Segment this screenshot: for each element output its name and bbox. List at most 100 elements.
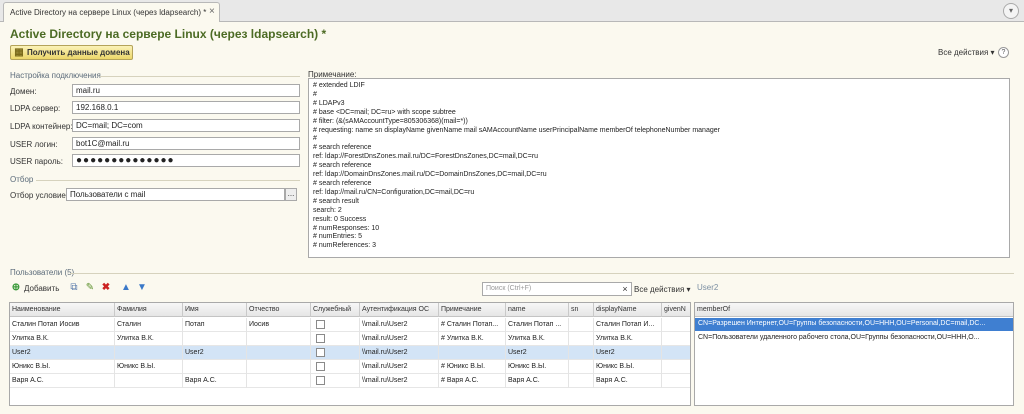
table-cell: Улитка В.К. bbox=[115, 332, 183, 346]
add-button-label: Добавить bbox=[24, 284, 60, 293]
table-cell bbox=[569, 318, 594, 332]
column-header[interactable]: sn bbox=[569, 303, 594, 317]
get-domain-data-button[interactable]: ▦ Получить данные домена bbox=[10, 45, 133, 60]
table-cell: Варя А.С. bbox=[10, 374, 115, 388]
domain-field[interactable]: mail.ru bbox=[72, 84, 300, 97]
table-cell bbox=[662, 346, 690, 360]
service-checkbox[interactable] bbox=[316, 334, 325, 343]
column-header[interactable]: Примечание bbox=[439, 303, 506, 317]
note-line: # bbox=[313, 135, 317, 143]
table-cell bbox=[311, 346, 360, 360]
member-of-row-selected[interactable]: CN=Разрешен Интернет,OU=Группы безопасно… bbox=[695, 318, 1013, 331]
table-row[interactable]: Сталин Потап Иосив Сталин Потап Иосив \\… bbox=[10, 318, 690, 332]
table-cell: \\mail.ru\User2 bbox=[360, 318, 439, 332]
user-login-field[interactable]: bot1C@mail.ru bbox=[72, 137, 300, 150]
note-textarea[interactable]: # extended LDIF # # LDAPv3 # base <DC=ma… bbox=[308, 78, 1010, 258]
ldap-container-field[interactable]: DC=mail; DC=com bbox=[72, 119, 300, 132]
divider bbox=[70, 273, 1014, 274]
note-line: # numResponses: 10 bbox=[313, 224, 380, 232]
help-icon[interactable]: ? bbox=[998, 47, 1009, 58]
tab-menu-chevron-icon[interactable]: ▾ bbox=[1003, 3, 1019, 19]
column-header[interactable]: displayName bbox=[594, 303, 662, 317]
table-cell bbox=[183, 332, 247, 346]
table-cell bbox=[247, 360, 311, 374]
copy-icon[interactable]: ⧉ bbox=[68, 282, 80, 294]
service-checkbox[interactable] bbox=[316, 376, 325, 385]
table-row-selected[interactable]: User2 User2 \\mail.ru\User2 User2 User2 bbox=[10, 346, 690, 360]
filter-section-label: Отбор bbox=[10, 175, 34, 184]
table-cell bbox=[247, 374, 311, 388]
column-header[interactable]: Отчество bbox=[247, 303, 311, 317]
service-checkbox[interactable] bbox=[316, 362, 325, 371]
table-cell: Улитка В.К. bbox=[10, 332, 115, 346]
move-down-icon[interactable]: ▼ bbox=[136, 282, 148, 294]
search-input[interactable]: Поиск (Ctrl+F) bbox=[482, 282, 632, 296]
table-row[interactable]: Юникс В.Ы. Юникс В.Ы. \\mail.ru\User2 # … bbox=[10, 360, 690, 374]
member-of-title: User2 bbox=[697, 283, 719, 292]
note-line: # filter: (&(sAMAccountType=805306368)(m… bbox=[313, 117, 468, 125]
domain-label: Домен: bbox=[10, 87, 37, 96]
table-cell: \\mail.ru\User2 bbox=[360, 374, 439, 388]
column-header[interactable]: Наименование bbox=[10, 303, 115, 317]
ldap-container-label: LDPA контейнер: bbox=[10, 122, 73, 131]
close-icon[interactable]: × bbox=[209, 6, 215, 17]
member-of-row[interactable]: CN=Пользователи удаленного рабочего стол… bbox=[695, 332, 1013, 345]
divider bbox=[36, 180, 300, 181]
user-login-label: USER логин: bbox=[10, 140, 58, 149]
column-header[interactable]: Служебный bbox=[311, 303, 360, 317]
table-cell: \\mail.ru\User2 bbox=[360, 360, 439, 374]
table-cell bbox=[311, 374, 360, 388]
note-line: # bbox=[313, 90, 317, 98]
column-header[interactable]: Имя bbox=[183, 303, 247, 317]
move-up-icon[interactable]: ▲ bbox=[120, 282, 132, 294]
folder-icon: ▦ bbox=[14, 47, 24, 58]
note-line: # extended LDIF bbox=[313, 82, 365, 89]
table-cell: # Сталин Потап... bbox=[439, 318, 506, 332]
note-line: ref: ldap://mail.ru/CN=Configuration,DC=… bbox=[313, 188, 475, 196]
table-cell: User2 bbox=[10, 346, 115, 360]
table-cell bbox=[569, 360, 594, 374]
table-cell: Варя А.С. bbox=[594, 374, 662, 388]
table-cell bbox=[247, 332, 311, 346]
users-all-actions-menu[interactable]: Все действия ▾ bbox=[634, 285, 691, 294]
filter-condition-field[interactable]: Пользователи с mail bbox=[66, 188, 285, 201]
column-header[interactable]: givenN bbox=[662, 303, 690, 317]
user-password-field[interactable]: ●●●●●●●●●●●●●● bbox=[72, 154, 300, 167]
table-cell bbox=[662, 374, 690, 388]
note-line: # base <DC=mail; DC=ru> with scope subtr… bbox=[313, 108, 456, 116]
table-row[interactable]: Варя А.С. Варя А.С. \\mail.ru\User2 # Ва… bbox=[10, 374, 690, 388]
note-line: # requesting: name sn displayName givenN… bbox=[313, 126, 720, 134]
table-cell: User2 bbox=[506, 346, 569, 360]
ldap-server-field[interactable]: 192.168.0.1 bbox=[72, 101, 300, 114]
column-header[interactable]: Аутентификация ОС bbox=[360, 303, 439, 317]
column-header[interactable]: Фамилия bbox=[115, 303, 183, 317]
page-title: Active Directory на сервере Linux (через… bbox=[10, 27, 327, 41]
table-row[interactable]: Улитка В.К. Улитка В.К. \\mail.ru\User2 … bbox=[10, 332, 690, 346]
table-cell: # Юникс В.Ы. bbox=[439, 360, 506, 374]
service-checkbox[interactable] bbox=[316, 348, 325, 357]
clear-search-icon[interactable]: × bbox=[619, 283, 631, 295]
connection-section-label: Настройка подключения bbox=[10, 71, 101, 80]
table-cell: Сталин Потап И... bbox=[594, 318, 662, 332]
table-cell: \\mail.ru\User2 bbox=[360, 346, 439, 360]
edit-pencil-icon[interactable]: ✎ bbox=[84, 282, 96, 294]
table-cell bbox=[569, 346, 594, 360]
table-cell: Улитка В.К. bbox=[506, 332, 569, 346]
note-line: # numEntries: 5 bbox=[313, 233, 363, 241]
table-cell: Варя А.С. bbox=[183, 374, 247, 388]
service-checkbox[interactable] bbox=[316, 320, 325, 329]
column-header[interactable]: name bbox=[506, 303, 569, 317]
all-actions-menu[interactable]: Все действия ▾ bbox=[938, 48, 995, 57]
member-of-header: memberOf bbox=[695, 303, 1013, 317]
table-cell bbox=[662, 360, 690, 374]
tab-active-directory[interactable]: Active Directory на сервере Linux (через… bbox=[3, 2, 220, 22]
table-cell: Варя А.С. bbox=[506, 374, 569, 388]
table-cell: Юникс В.Ы. bbox=[506, 360, 569, 374]
member-of-table[interactable]: memberOf CN=Разрешен Интернет,OU=Группы … bbox=[694, 302, 1014, 406]
table-cell: Юникс В.Ы. bbox=[594, 360, 662, 374]
column-header[interactable]: memberOf bbox=[695, 303, 1013, 317]
users-table[interactable]: Наименование Фамилия Имя Отчество Служеб… bbox=[9, 302, 691, 406]
delete-icon[interactable]: ✖ bbox=[100, 282, 112, 294]
filter-select-button[interactable]: ... bbox=[285, 188, 297, 201]
user-password-label: USER пароль: bbox=[10, 157, 64, 166]
